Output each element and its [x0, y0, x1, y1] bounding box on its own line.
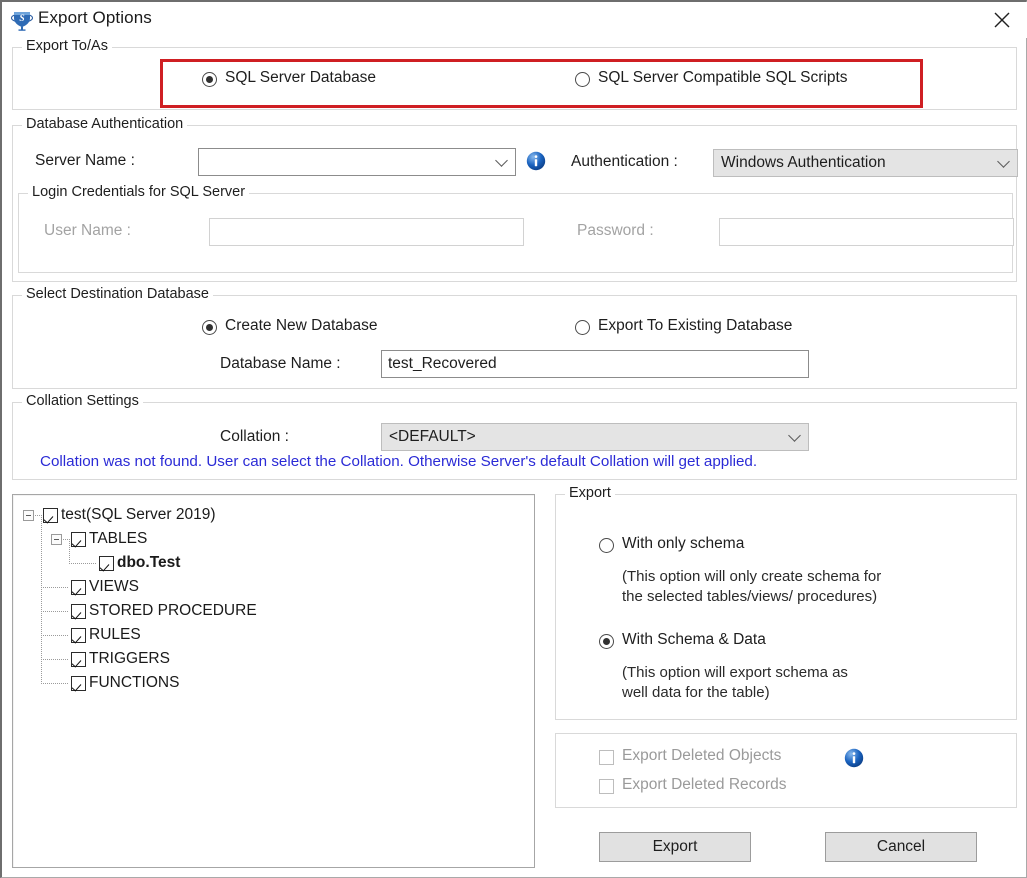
tree-node-label: FUNCTIONS	[89, 674, 179, 692]
tree-line	[69, 541, 70, 563]
tree-checkbox[interactable]	[71, 676, 86, 691]
close-icon[interactable]	[985, 6, 1019, 34]
tree-line	[35, 515, 43, 516]
database-name-label: Database Name :	[220, 355, 341, 373]
collation-label: Collation :	[220, 428, 289, 446]
tree-checkbox[interactable]	[71, 628, 86, 643]
tree-line	[41, 611, 69, 612]
export-deleted-objects-info-icon[interactable]	[844, 748, 864, 768]
radio-export-to-existing-database-label: Export To Existing Database	[598, 317, 792, 335]
tree-node-label: VIEWS	[89, 578, 139, 596]
export-deleted-objects-label: Export Deleted Objects	[622, 747, 781, 765]
collation-select[interactable]: <DEFAULT>	[381, 423, 809, 451]
radio-export-to-existing-database[interactable]	[575, 320, 590, 335]
server-name-input[interactable]	[198, 148, 516, 176]
collation-note: Collation was not found. User can select…	[40, 453, 757, 470]
radio-create-new-database-label: Create New Database	[225, 317, 378, 335]
checkbox-export-deleted-records[interactable]	[599, 779, 614, 794]
tree-checkbox[interactable]	[43, 508, 58, 523]
tree-line	[41, 683, 69, 684]
deleted-options-group: Export Deleted Objects Export Deleted Re…	[555, 733, 1017, 808]
export-deleted-records-label: Export Deleted Records	[622, 776, 787, 794]
destination-database-group: Select Destination Database Create New D…	[12, 295, 1017, 389]
radio-with-schema-and-data-label: With Schema & Data	[622, 631, 766, 649]
authentication-select[interactable]: Windows Authentication	[713, 149, 1018, 177]
user-name-label: User Name :	[44, 222, 131, 240]
tree-node-label: STORED PROCEDURE	[89, 602, 257, 620]
password-label: Password :	[577, 222, 654, 240]
password-field[interactable]	[719, 218, 1014, 246]
tree-line	[41, 587, 69, 588]
export-options-legend: Export	[565, 485, 615, 501]
authentication-label: Authentication :	[571, 153, 678, 171]
tree-line	[63, 539, 71, 540]
export-to-as-highlight	[160, 59, 923, 108]
tree-node-label: dbo.Test	[117, 554, 180, 572]
svg-text:S: S	[19, 14, 24, 24]
chevron-down-icon	[495, 154, 508, 167]
cancel-button-label: Cancel	[877, 838, 925, 856]
export-button[interactable]: Export	[599, 832, 751, 862]
tree-expander-icon[interactable]	[51, 534, 62, 545]
tree-checkbox[interactable]	[71, 580, 86, 595]
tree-line	[41, 659, 69, 660]
server-name-label: Server Name :	[35, 152, 135, 170]
title-bar: S Export Options	[2, 2, 1027, 38]
tree-checkbox[interactable]	[71, 652, 86, 667]
radio-create-new-database[interactable]	[202, 320, 217, 335]
page-title: Export Options	[38, 8, 152, 28]
database-name-field[interactable]: test_Recovered	[381, 350, 809, 378]
tree-node-label: TABLES	[89, 530, 147, 548]
collation-value: <DEFAULT>	[389, 428, 476, 446]
database-authentication-group: Database Authentication Server Name :	[12, 125, 1017, 282]
tree-checkbox[interactable]	[71, 604, 86, 619]
cancel-button[interactable]: Cancel	[825, 832, 977, 862]
destination-database-legend: Select Destination Database	[22, 286, 213, 302]
with-only-schema-description: (This option will only create schema for…	[622, 567, 881, 607]
checkbox-export-deleted-objects[interactable]	[599, 750, 614, 765]
chevron-down-icon	[997, 155, 1010, 168]
radio-with-schema-and-data[interactable]	[599, 634, 614, 649]
authentication-value: Windows Authentication	[721, 154, 886, 172]
tree-checkbox[interactable]	[99, 556, 114, 571]
server-name-info-icon[interactable]	[526, 151, 546, 171]
with-schema-and-data-description: (This option will export schema as well …	[622, 663, 848, 703]
database-authentication-legend: Database Authentication	[22, 116, 187, 132]
tree-checkbox[interactable]	[71, 532, 86, 547]
export-button-label: Export	[653, 838, 698, 856]
object-tree-panel[interactable]: test(SQL Server 2019) TABLES dbo.Test VI…	[12, 494, 535, 868]
radio-with-only-schema-label: With only schema	[622, 535, 744, 553]
radio-with-only-schema[interactable]	[599, 538, 614, 553]
tree-node-label: RULES	[89, 626, 141, 644]
tree-node-label: TRIGGERS	[89, 650, 170, 668]
tree-line	[69, 563, 97, 564]
tree-line	[41, 635, 69, 636]
export-to-as-legend: Export To/As	[22, 38, 112, 54]
login-credentials-legend: Login Credentials for SQL Server	[28, 184, 249, 200]
tree-node-label: test(SQL Server 2019)	[61, 506, 216, 524]
export-options-group: Export With only schema (This option wil…	[555, 494, 1017, 720]
login-credentials-group: Login Credentials for SQL Server User Na…	[18, 193, 1013, 273]
export-options-dialog: S Export Options Export To/As SQL Server…	[0, 0, 1027, 878]
tree-expander-icon[interactable]	[23, 510, 34, 521]
collation-settings-legend: Collation Settings	[22, 393, 143, 409]
shield-s-icon: S	[10, 8, 34, 32]
user-name-field[interactable]	[209, 218, 524, 246]
database-name-value: test_Recovered	[388, 356, 497, 372]
chevron-down-icon	[788, 429, 801, 442]
